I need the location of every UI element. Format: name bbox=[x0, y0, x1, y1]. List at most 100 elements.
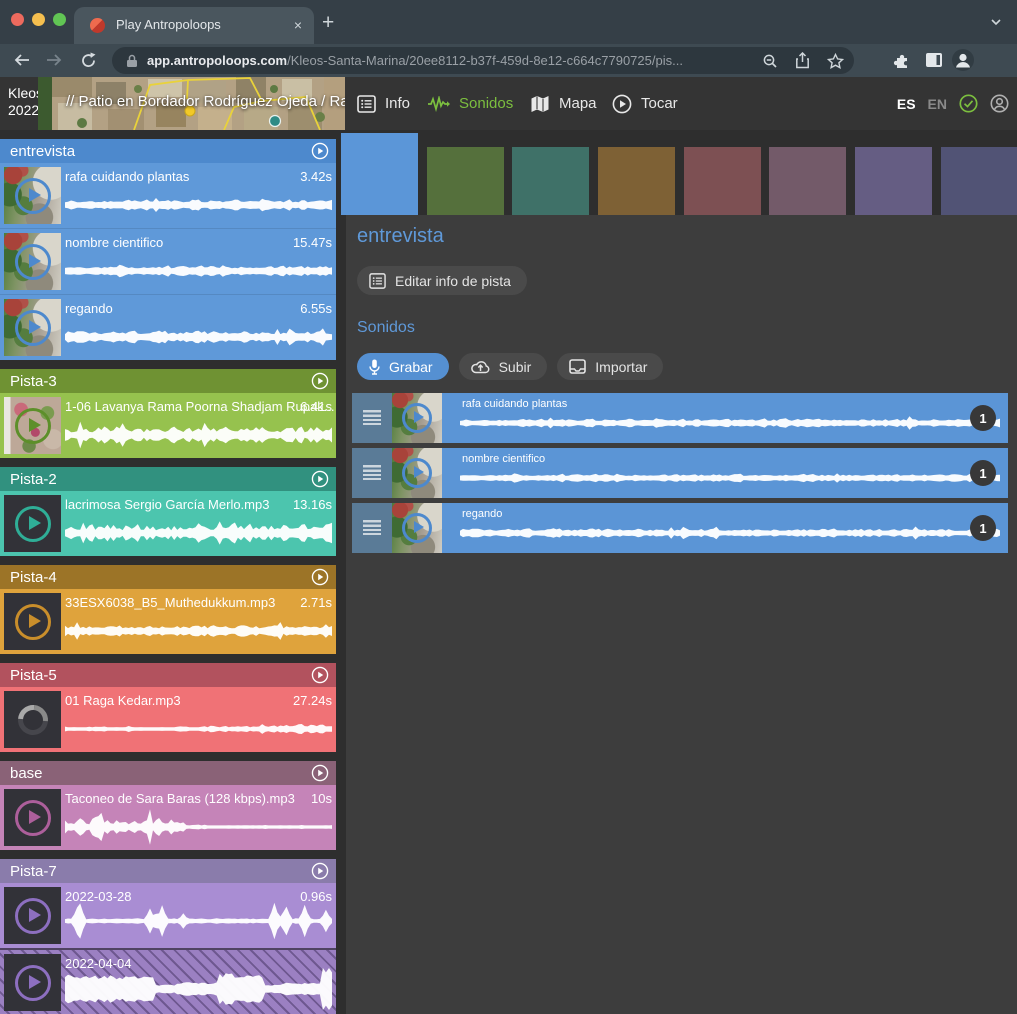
track-play-icon[interactable] bbox=[311, 372, 329, 390]
play-icon[interactable] bbox=[402, 403, 432, 433]
zoom-out-icon[interactable] bbox=[762, 53, 778, 69]
clip-row[interactable]: lacrimosa Sergio García Merlo.mp3 13.16s bbox=[0, 491, 336, 556]
drag-handle[interactable] bbox=[352, 393, 392, 443]
track-square-5[interactable] bbox=[684, 147, 761, 215]
tab-info[interactable]: Info bbox=[357, 77, 410, 130]
clip-thumbnail[interactable] bbox=[4, 887, 61, 944]
track-square-entrevista[interactable] bbox=[341, 133, 418, 215]
track-header-pista-5[interactable]: Pista-5 bbox=[0, 663, 336, 687]
lang-en[interactable]: EN bbox=[928, 96, 947, 112]
share-icon[interactable] bbox=[795, 52, 810, 69]
back-button[interactable] bbox=[10, 48, 34, 72]
track-square-3[interactable] bbox=[512, 147, 589, 215]
waveform bbox=[460, 464, 1000, 492]
track-header-pista-2[interactable]: Pista-2 bbox=[0, 467, 336, 491]
sound-row[interactable]: regando 1 bbox=[352, 503, 1008, 553]
lang-es[interactable]: ES bbox=[897, 96, 916, 112]
track-play-icon[interactable] bbox=[311, 666, 329, 684]
sound-row[interactable]: nombre cientifico 1 bbox=[352, 448, 1008, 498]
sound-thumbnail[interactable] bbox=[392, 393, 442, 443]
drag-handle[interactable] bbox=[352, 503, 392, 553]
play-icon[interactable] bbox=[15, 800, 51, 836]
info-list-icon bbox=[357, 95, 376, 113]
play-icon[interactable] bbox=[15, 310, 51, 346]
clip-thumbnail[interactable] bbox=[4, 397, 61, 454]
play-icon[interactable] bbox=[15, 898, 51, 934]
clip-row[interactable]: regando 6.55s bbox=[0, 294, 336, 360]
track-header-pista-3[interactable]: Pista-3 bbox=[0, 369, 336, 393]
import-icon bbox=[569, 359, 586, 374]
play-icon[interactable] bbox=[15, 604, 51, 640]
track-header-pista-4[interactable]: Pista-4 bbox=[0, 565, 336, 589]
track-header-pista-7[interactable]: Pista-7 bbox=[0, 859, 336, 883]
clip-thumbnail[interactable] bbox=[4, 593, 61, 650]
side-panel-icon[interactable] bbox=[922, 48, 946, 72]
track-square-8[interactable] bbox=[941, 147, 1017, 215]
track-header-entrevista[interactable]: entrevista bbox=[0, 139, 336, 163]
play-icon[interactable] bbox=[15, 408, 51, 444]
sounds-section-title: Sonidos bbox=[357, 319, 415, 337]
play-icon[interactable] bbox=[15, 244, 51, 280]
tab-tocar[interactable]: Tocar bbox=[612, 77, 678, 130]
track-play-icon[interactable] bbox=[311, 764, 329, 782]
track-square-6[interactable] bbox=[769, 147, 846, 215]
clip-row[interactable]: 33ESX6038_B5_Muthedukkum.mp3 2.71s bbox=[0, 589, 336, 654]
browser-tab[interactable]: Play Antropoloops × bbox=[74, 7, 314, 44]
clip-row[interactable]: 2022-03-28 0.96s bbox=[0, 883, 336, 948]
tab-search-chevron-icon[interactable] bbox=[989, 15, 1003, 29]
clip-thumbnail[interactable] bbox=[4, 789, 61, 846]
track-square-7[interactable] bbox=[855, 147, 932, 215]
clip-row[interactable]: nombre cientifico 15.47s bbox=[0, 228, 336, 294]
track-square-2[interactable] bbox=[427, 147, 504, 215]
import-button[interactable]: Importar bbox=[557, 353, 663, 380]
track-header-base[interactable]: base bbox=[0, 761, 336, 785]
forward-button[interactable] bbox=[42, 48, 66, 72]
tab-mapa[interactable]: Mapa bbox=[530, 77, 597, 130]
play-icon[interactable] bbox=[402, 458, 432, 488]
clip-thumbnail[interactable] bbox=[4, 495, 61, 552]
macos-close-button[interactable] bbox=[11, 13, 24, 26]
clip-row[interactable]: 2022-04-04 bbox=[0, 948, 336, 1014]
edit-list-icon bbox=[369, 273, 386, 289]
track-square-4[interactable] bbox=[598, 147, 675, 215]
track-play-icon[interactable] bbox=[311, 862, 329, 880]
sound-thumbnail[interactable] bbox=[392, 448, 442, 498]
clip-row[interactable]: 01 Raga Kedar.mp3 27.24s bbox=[0, 687, 336, 752]
tab-favicon bbox=[90, 18, 105, 33]
profile-avatar[interactable] bbox=[951, 48, 975, 72]
sound-thumbnail[interactable] bbox=[392, 503, 442, 553]
edit-track-info-button[interactable]: Editar info de pista bbox=[357, 266, 527, 295]
clip-row[interactable]: rafa cuidando plantas 3.42s bbox=[0, 163, 336, 228]
extensions-puzzle-icon[interactable] bbox=[890, 48, 914, 72]
sound-row[interactable]: rafa cuidando plantas 1 bbox=[352, 393, 1008, 443]
account-icon[interactable] bbox=[990, 94, 1009, 113]
macos-minimize-button[interactable] bbox=[32, 13, 45, 26]
track-play-icon[interactable] bbox=[311, 470, 329, 488]
track-play-icon[interactable] bbox=[311, 568, 329, 586]
tab-sonidos[interactable]: Sonidos bbox=[428, 77, 513, 130]
play-icon[interactable] bbox=[15, 965, 51, 1001]
record-button[interactable]: Grabar bbox=[357, 353, 449, 380]
upload-button[interactable]: Subir bbox=[459, 353, 548, 380]
clip-thumbnail[interactable] bbox=[4, 299, 61, 356]
url-bar[interactable]: app.antropoloops.com/Kleos-Santa-Marina/… bbox=[112, 47, 854, 74]
track-map-thumbnail[interactable]: // Patio en Bordador Rodríguez Ojeda / R… bbox=[38, 77, 345, 130]
count-badge: 1 bbox=[970, 460, 996, 486]
track-play-icon[interactable] bbox=[311, 142, 329, 160]
tab-close-icon[interactable]: × bbox=[294, 16, 302, 34]
clip-thumbnail[interactable] bbox=[4, 233, 61, 290]
play-icon[interactable] bbox=[15, 178, 51, 214]
waveform bbox=[65, 709, 332, 749]
new-tab-button[interactable]: + bbox=[322, 11, 334, 35]
macos-zoom-button[interactable] bbox=[53, 13, 66, 26]
clip-row[interactable]: 1-06 Lavanya Rama Poorna Shadjam Rupak..… bbox=[0, 393, 336, 458]
bookmark-star-icon[interactable] bbox=[827, 53, 844, 69]
drag-handle[interactable] bbox=[352, 448, 392, 498]
clip-thumbnail[interactable] bbox=[4, 167, 61, 224]
clip-thumbnail[interactable] bbox=[4, 691, 61, 748]
play-icon[interactable] bbox=[15, 506, 51, 542]
reload-button[interactable] bbox=[76, 48, 100, 72]
clip-row[interactable]: Taconeo de Sara Baras (128 kbps).mp3 10s bbox=[0, 785, 336, 850]
play-icon[interactable] bbox=[402, 513, 432, 543]
clip-thumbnail[interactable] bbox=[4, 954, 61, 1011]
